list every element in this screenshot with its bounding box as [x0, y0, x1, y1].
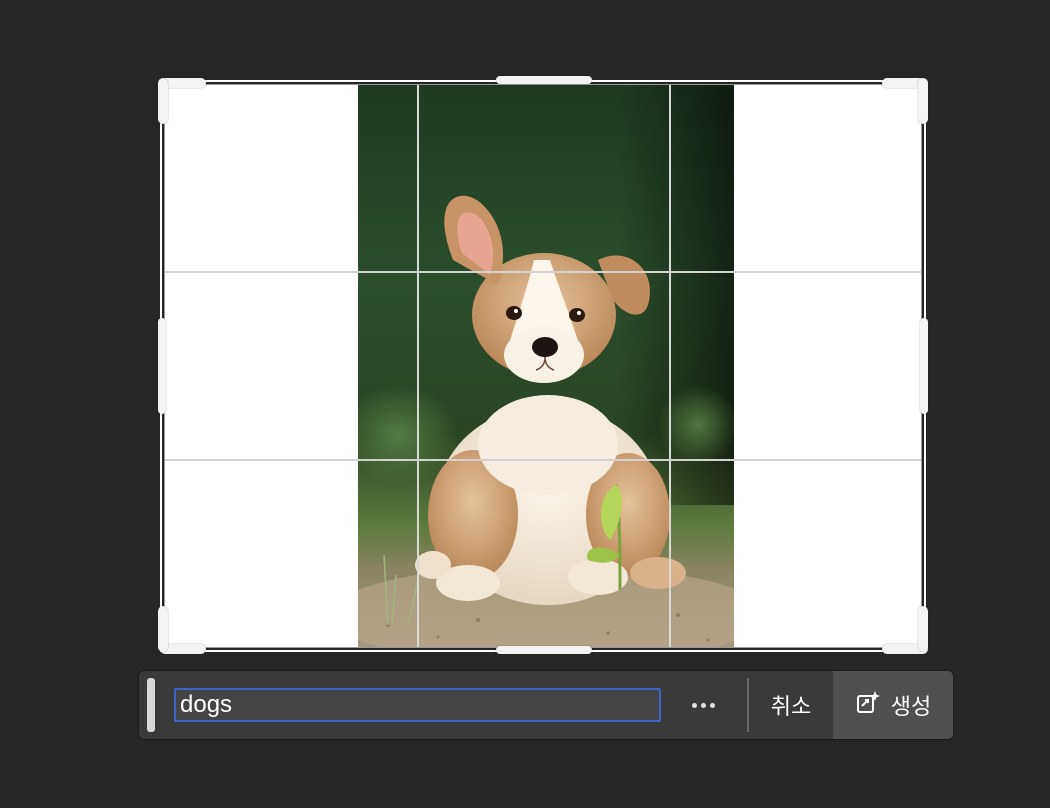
cancel-button[interactable]: 취소: [749, 671, 833, 739]
crop-handle-left[interactable]: [158, 318, 166, 414]
grid-line-horizontal-1: [165, 271, 921, 273]
grid-line-vertical-1: [417, 85, 419, 647]
drag-handle[interactable]: [147, 678, 155, 732]
crop-handle-bottom-right-vertical[interactable]: [918, 606, 928, 652]
generative-expand-icon: [855, 689, 881, 721]
generate-button[interactable]: 생성: [833, 671, 953, 739]
prompt-input[interactable]: [174, 688, 661, 722]
crop-handle-top-left-vertical[interactable]: [158, 78, 168, 124]
crop-handle-top[interactable]: [496, 76, 592, 84]
crop-handle-bottom[interactable]: [496, 646, 592, 654]
more-options-button[interactable]: [673, 671, 733, 739]
grid-line-horizontal-2: [165, 459, 921, 461]
cancel-label: 취소: [770, 695, 812, 720]
generative-fill-bar: 취소 생성: [138, 670, 954, 740]
crop-handle-right[interactable]: [920, 318, 928, 414]
ellipsis-icon-dot: [709, 702, 715, 708]
crop-handle-top-right-vertical[interactable]: [918, 78, 928, 124]
crop-canvas[interactable]: [164, 84, 922, 648]
workspace: 취소 생성: [0, 0, 1050, 808]
crop-handle-bottom-left-vertical[interactable]: [158, 606, 168, 652]
ellipsis-icon-dot: [700, 702, 706, 708]
generate-label: 생성: [890, 695, 932, 720]
corgi-photo: [358, 85, 734, 647]
ellipsis-icon: [691, 702, 697, 708]
grid-line-vertical-2: [669, 85, 671, 647]
